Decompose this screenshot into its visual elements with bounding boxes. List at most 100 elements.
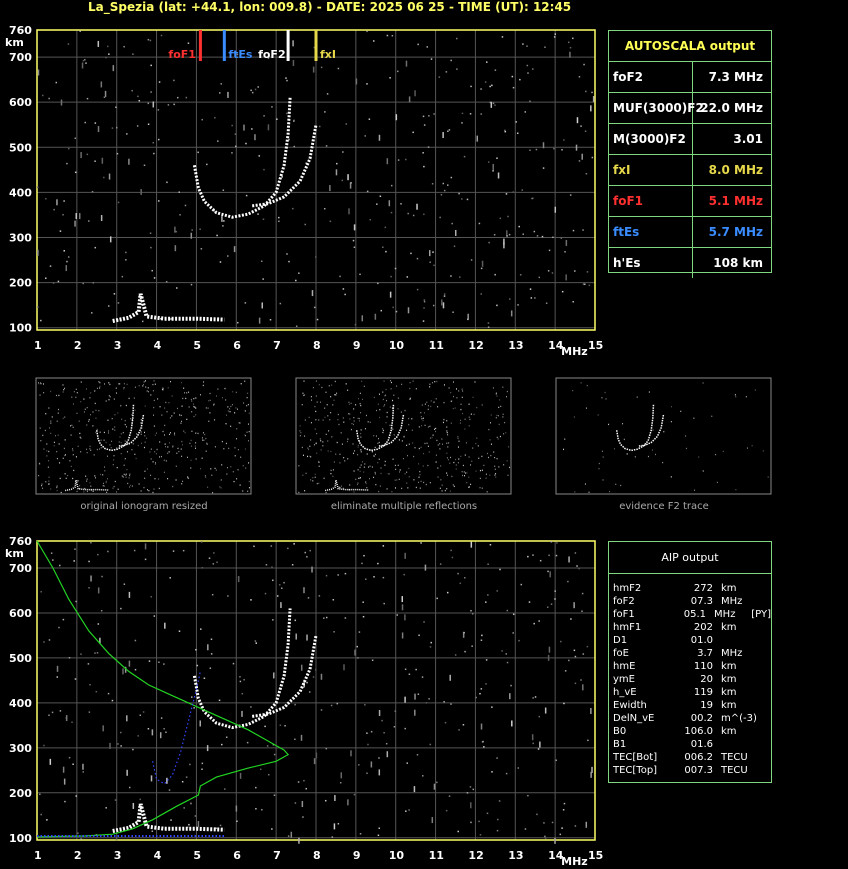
noise-dot	[576, 117, 579, 124]
noise-dot	[185, 96, 188, 99]
aip-row: h_vE 119 km	[609, 686, 771, 699]
noise-dot	[284, 725, 286, 727]
noise-dot	[108, 173, 111, 180]
thumbnail-dot	[45, 413, 47, 415]
thumbnail-dot	[457, 436, 459, 438]
noise-dot	[526, 64, 529, 67]
thumbnail-dot	[422, 417, 424, 419]
noise-dot	[417, 693, 420, 695]
thumbnail-dot	[49, 427, 51, 429]
thumbnail-dot	[485, 477, 487, 479]
thumbnail-dot	[73, 390, 75, 393]
thumbnail-dot	[393, 434, 395, 436]
noise-dot	[143, 164, 146, 167]
thumbnail-dot	[348, 413, 350, 415]
aip-key: B0	[613, 726, 627, 737]
noise-dot	[147, 727, 150, 730]
thumbnail-dot	[360, 449, 362, 451]
noise-dot	[585, 821, 588, 828]
noise-dot	[97, 553, 99, 556]
thumbnail-dot	[86, 451, 88, 454]
thumbnail-dot	[43, 392, 45, 394]
noise-dot	[337, 67, 340, 70]
thumbnail-dot	[62, 457, 64, 459]
noise-dot	[592, 96, 595, 103]
thumbnail-dot	[498, 423, 500, 426]
noise-dot	[479, 834, 482, 836]
thumbnail-dot	[355, 478, 357, 481]
thumbnail-dot	[187, 476, 189, 478]
noise-dot	[67, 256, 70, 258]
thumbnail-dot	[69, 460, 71, 462]
thumbnail-dot	[193, 405, 195, 408]
thumbnail-dot	[109, 383, 111, 386]
noise-dot	[585, 172, 588, 175]
thumbnail-dot	[70, 425, 72, 427]
thumbnail-dot	[123, 383, 125, 385]
thumbnail-dot	[458, 458, 460, 460]
noise-dot	[553, 147, 555, 150]
thumbnail-dot	[228, 447, 230, 450]
thumbnail-dot	[157, 398, 159, 400]
noise-dot	[82, 771, 85, 773]
thumbnail-dot	[64, 416, 66, 418]
thumbnail-dot	[397, 408, 399, 410]
thumbnail-dot	[460, 455, 462, 458]
thumbnail-dot	[194, 445, 196, 447]
noise-dot	[344, 293, 346, 296]
noise-dot	[529, 100, 531, 103]
noise-dot	[480, 688, 483, 690]
thumbnail-dot	[193, 397, 195, 400]
noise-dot	[363, 554, 365, 557]
thumbnail-dot	[360, 412, 362, 414]
thumbnail-dot	[572, 389, 574, 392]
thumbnail-dot	[353, 408, 355, 410]
thumbnail-dot	[351, 422, 353, 425]
noise-dot	[239, 676, 241, 678]
aip-key: hmF2	[613, 583, 642, 594]
thumbnail-dot	[154, 451, 156, 453]
noise-dot	[480, 113, 482, 115]
x-tick-label: 8	[313, 339, 321, 352]
thumbnail-dot	[302, 392, 304, 394]
thumbnail-dot	[72, 426, 74, 428]
thumbnail-dot	[225, 399, 227, 401]
x-tick-label: 11	[429, 849, 444, 862]
noise-dot	[436, 597, 438, 600]
thumbnail-dot	[446, 472, 448, 474]
thumbnail-dot	[479, 477, 481, 480]
thumbnail-dot	[314, 405, 316, 408]
thumbnail-dot	[227, 406, 229, 408]
thumbnail-dot	[189, 442, 191, 444]
thumbnail-dot	[680, 410, 682, 413]
noise-dot	[213, 552, 215, 554]
noise-dot	[134, 668, 137, 671]
noise-dot	[432, 304, 435, 307]
noise-dot	[412, 131, 414, 134]
thumbnail-dot	[78, 420, 80, 422]
noise-dot	[355, 78, 358, 85]
thumbnail-dot	[162, 430, 164, 433]
aip-flag	[761, 686, 771, 699]
noise-dot	[88, 220, 90, 222]
thumbnail-dot	[493, 451, 495, 453]
noise-dot	[430, 58, 433, 60]
noise-dot	[74, 548, 76, 550]
thumbnail-dot	[506, 396, 508, 398]
thumbnail-dot	[415, 486, 417, 489]
thumbnail-dot	[427, 445, 429, 447]
noise-dot	[378, 769, 381, 776]
thumbnail-dot	[236, 438, 238, 440]
thumbnail-dot	[404, 473, 406, 475]
thumbnail-dot	[299, 430, 301, 432]
thumbnail-dot	[48, 480, 50, 482]
noise-dot	[168, 789, 171, 791]
aip-key: ymE	[613, 674, 635, 685]
thumbnail-dot	[114, 429, 116, 431]
thumbnail-dot	[453, 485, 455, 488]
noise-dot	[160, 717, 163, 719]
thumbnail-dot	[247, 423, 249, 425]
noise-dot	[96, 652, 99, 654]
thumbnail-dot	[436, 380, 438, 383]
noise-dot	[487, 326, 490, 328]
